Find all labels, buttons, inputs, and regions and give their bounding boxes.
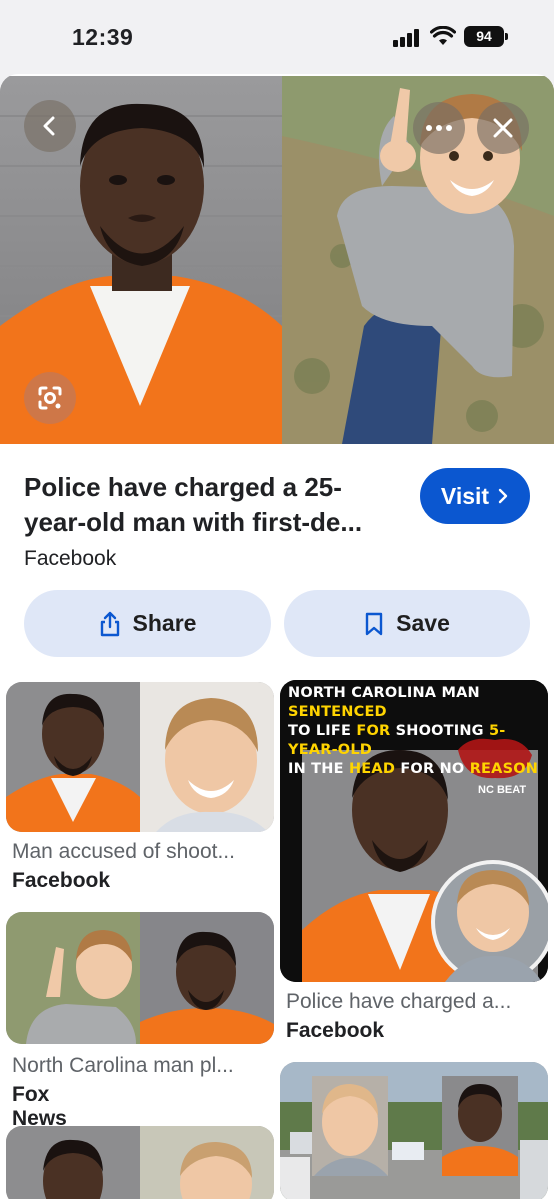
- related-card-title: Police have charged a...: [286, 990, 512, 1013]
- google-lens-button[interactable]: [24, 372, 76, 424]
- related-card-5[interactable]: [6, 1126, 274, 1199]
- result-source: Facebook: [24, 547, 117, 570]
- banner-text: TO LIFE: [288, 723, 357, 739]
- related-card-title: North Carolina man pl...: [12, 1054, 234, 1077]
- visit-label: Visit: [440, 482, 490, 509]
- banner-text: SHOOTING: [395, 723, 490, 739]
- related-card-source: Facebook: [286, 1019, 385, 1042]
- result-title[interactable]: Police have charged a 25- year-old man w…: [24, 470, 404, 540]
- share-button[interactable]: Share: [24, 590, 271, 657]
- related-card-source: Fox News: [12, 1083, 67, 1130]
- more-icon: [426, 125, 452, 131]
- save-button[interactable]: Save: [284, 590, 530, 657]
- more-options-button[interactable]: [413, 102, 465, 154]
- wifi-icon: [430, 26, 456, 45]
- banner-text-highlight: FOR: [356, 723, 396, 739]
- banner-text-highlight: REASON: [469, 761, 539, 777]
- image-result-panel: Police have charged a 25- year-old man w…: [0, 74, 554, 1199]
- related-thumbnail: NORTH CAROLINA MAN SENTENCED TO LIFE FOR…: [280, 680, 548, 982]
- related-card-title: Man accused of shoot...: [12, 840, 235, 863]
- back-icon: [43, 116, 55, 136]
- save-label: Save: [396, 610, 450, 636]
- chevron-right-icon: [498, 488, 508, 504]
- related-thumbnail: [6, 682, 274, 832]
- close-button[interactable]: [477, 102, 529, 154]
- related-thumbnail: [6, 912, 274, 1044]
- battery-indicator: 94: [464, 26, 508, 47]
- cellular-signal-icon: [393, 29, 423, 47]
- news-headline-banner: NORTH CAROLINA MAN SENTENCED TO LIFE FOR…: [288, 684, 544, 779]
- close-icon: [493, 118, 513, 138]
- related-card-source: Facebook: [12, 869, 111, 892]
- back-button[interactable]: [24, 100, 76, 152]
- bookmark-icon: [365, 612, 383, 635]
- share-icon: [100, 611, 119, 636]
- share-label: Share: [132, 610, 197, 636]
- hero-image[interactable]: [0, 76, 554, 444]
- banner-text-highlight: SENTENCED: [288, 704, 387, 720]
- banner-text: NORTH CAROLINA MAN: [288, 685, 480, 701]
- status-time: 12:39: [72, 24, 134, 50]
- related-card-4[interactable]: [280, 1062, 548, 1199]
- status-bar: 12:39 94: [0, 0, 554, 72]
- lens-icon: [38, 386, 62, 410]
- banner-text-highlight: HEAD: [348, 761, 401, 777]
- visit-button[interactable]: Visit: [420, 468, 530, 524]
- nc-beat-logo: NC BEAT: [478, 784, 527, 796]
- result-title-line-2: year-old man with first-de...: [24, 507, 363, 537]
- banner-text: FOR NO: [400, 761, 470, 777]
- result-title-line-1: Police have charged a 25-: [24, 472, 342, 502]
- banner-text: IN THE: [288, 761, 349, 777]
